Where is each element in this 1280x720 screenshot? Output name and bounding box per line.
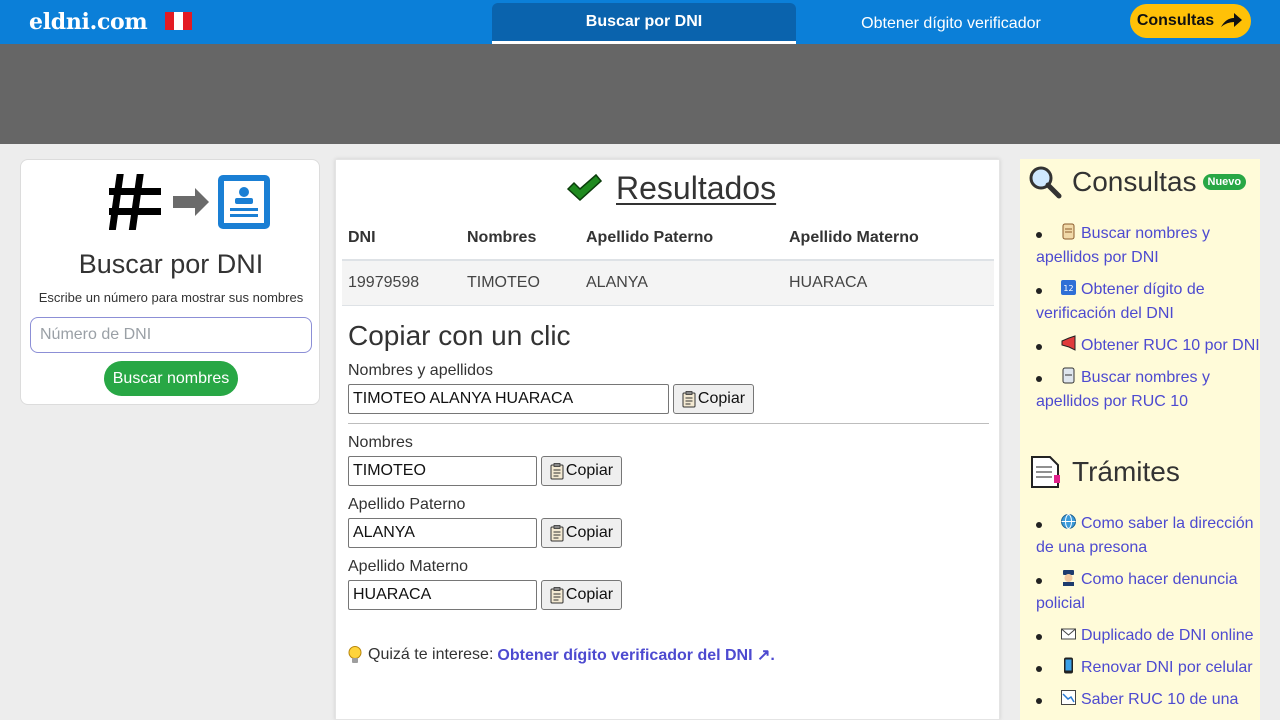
bullet [1036, 288, 1042, 294]
copy-button-label: Copiar [565, 586, 614, 603]
id-card-icon [1062, 367, 1075, 384]
document-icon [1031, 456, 1060, 488]
copy-button-label: Copiar [565, 462, 614, 479]
copy-button-label: Copiar [697, 390, 746, 407]
clipboard-icon [550, 462, 564, 479]
envelope-icon [1061, 628, 1076, 640]
consultas-heading: Consultas Nuevo [1028, 165, 1247, 199]
list-item[interactable]: Renovar DNI por celular [1036, 656, 1260, 680]
tramites-heading: Trámites [1028, 455, 1180, 489]
magnifying-glass-icon [1029, 166, 1062, 199]
divider [348, 423, 989, 424]
bullet [1036, 578, 1042, 584]
table-cell-apellido-materno: HUARACA [783, 260, 994, 306]
list-item[interactable]: Duplicado de DNI online [1036, 624, 1260, 648]
copy-button[interactable]: Copiar [541, 456, 622, 486]
nuevo-badge: Nuevo [1202, 174, 1247, 190]
sidebar-item-label: Renovar DNI por celular [1081, 659, 1253, 676]
tip-prefix: Quizá te interese: [368, 646, 494, 663]
clipboard-icon [682, 390, 696, 407]
tip-link[interactable]: Obtener dígito verificador del DNI ↗. [497, 645, 774, 665]
nav-obtener-digito[interactable]: Obtener dígito verificador [810, 3, 1092, 44]
chart-icon [1061, 690, 1076, 705]
bullet [1036, 522, 1042, 528]
nombres-field[interactable] [348, 456, 537, 486]
bullet [1036, 376, 1042, 382]
list-item[interactable]: Buscar nombres y apellidos por RUC 10 [1036, 366, 1260, 414]
phone-icon [1064, 657, 1073, 674]
dni-input[interactable] [30, 317, 312, 353]
bullet [1036, 634, 1042, 640]
column-header: Apellido Paterno [580, 217, 783, 261]
list-item[interactable]: Buscar nombres y apellidos por DNI [1036, 222, 1260, 270]
top-navbar: eldni.com Buscar por DNI Obtener dígito … [0, 0, 1280, 44]
copy-button[interactable]: Copiar [541, 518, 622, 548]
lightbulb-icon [348, 646, 362, 663]
tramites-list: Como saber la dirección de una presona C… [1036, 512, 1260, 720]
results-header: Resultados [566, 168, 776, 208]
search-card-subtitle: Escribe un número para mostrar sus nombr… [38, 290, 304, 305]
buscar-nombres-button[interactable]: Buscar nombres [104, 361, 238, 396]
table-cell-dni: 19979598 [342, 260, 461, 306]
list-item[interactable]: 12 Obtener dígito de verificación del DNI [1036, 278, 1260, 326]
sidebar-item-label: Saber RUC 10 de una [1081, 691, 1239, 708]
arrow-right-icon [1221, 13, 1243, 27]
apellido-paterno-field[interactable] [348, 518, 537, 548]
field-label-apellido-materno: Apellido Materno [348, 558, 469, 575]
sidebar-item-label: Duplicado de DNI online [1081, 627, 1254, 644]
bullet [1036, 232, 1042, 238]
peru-flag-icon [165, 12, 192, 30]
numbers-icon: 12 [1061, 280, 1076, 295]
consultas-button-label: Consultas [1136, 12, 1215, 29]
globe-icon [1061, 514, 1076, 529]
bullet [1036, 698, 1042, 704]
apellido-materno-field[interactable] [348, 580, 537, 610]
nombres-apellidos-field[interactable] [348, 384, 669, 414]
copy-button-label: Copiar [565, 524, 614, 541]
search-card-title: Buscar por DNI [78, 249, 264, 279]
consultas-button[interactable]: Consultas [1130, 4, 1251, 38]
table-header-row: DNI Nombres Apellido Paterno Apellido Ma… [342, 217, 994, 261]
check-mark-icon [566, 173, 602, 202]
bullet [1036, 666, 1042, 672]
ad-banner [0, 44, 1280, 144]
police-icon [1063, 570, 1074, 586]
tramites-title: Trámites [1072, 456, 1180, 487]
results-panel: Resultados DNI Nombres Apellido Paterno … [335, 159, 1000, 720]
list-item[interactable]: Obtener RUC 10 por DNI [1036, 334, 1260, 358]
column-header: Apellido Materno [783, 217, 994, 261]
table-cell-apellido-paterno: ALANYA [580, 260, 783, 306]
sidebar: Consultas Nuevo Buscar nombres y apellid… [1020, 159, 1260, 720]
list-item[interactable]: Como hacer denuncia policial [1036, 568, 1260, 616]
megaphone-icon [1061, 335, 1076, 351]
svg-text:12: 12 [1063, 284, 1073, 293]
hash-to-id-card-icon [109, 174, 270, 230]
list-item[interactable]: Saber RUC 10 de una [1036, 688, 1260, 712]
copy-button[interactable]: Copiar [541, 580, 622, 610]
nav-buscar-por-dni[interactable]: Buscar por DNI [492, 3, 796, 44]
copy-section-title: Copiar con un clic [348, 320, 571, 351]
field-label-apellido-paterno: Apellido Paterno [348, 496, 466, 513]
results-title: Resultados [616, 169, 777, 206]
table-cell-nombres: TIMOTEO [461, 260, 580, 306]
consultas-title: Consultas [1072, 166, 1197, 197]
site-logo[interactable]: eldni.com [29, 9, 148, 35]
table-row: 19979598 TIMOTEO ALANYA HUARACA [342, 260, 994, 306]
clipboard-icon [550, 586, 564, 603]
column-header: DNI [342, 217, 461, 261]
column-header: Nombres [461, 217, 580, 261]
copy-button[interactable]: Copiar [673, 384, 754, 414]
search-card: Buscar por DNI Escribe un número para mo… [20, 159, 320, 405]
sidebar-item-label: Obtener RUC 10 por DNI [1081, 337, 1260, 354]
list-item[interactable]: Como saber la dirección de una presona [1036, 512, 1260, 560]
scroll-icon [1062, 223, 1075, 240]
bullet [1036, 344, 1042, 350]
clipboard-icon [550, 524, 564, 541]
consultas-list: Buscar nombres y apellidos por DNI 12 Obt… [1036, 222, 1260, 422]
field-label-nombres: Nombres [348, 434, 413, 451]
tip-line: Quizá te interese: Obtener dígito verifi… [346, 645, 775, 665]
field-label-nombres-apellidos: Nombres y apellidos [348, 362, 493, 379]
results-table: DNI Nombres Apellido Paterno Apellido Ma… [342, 217, 994, 306]
